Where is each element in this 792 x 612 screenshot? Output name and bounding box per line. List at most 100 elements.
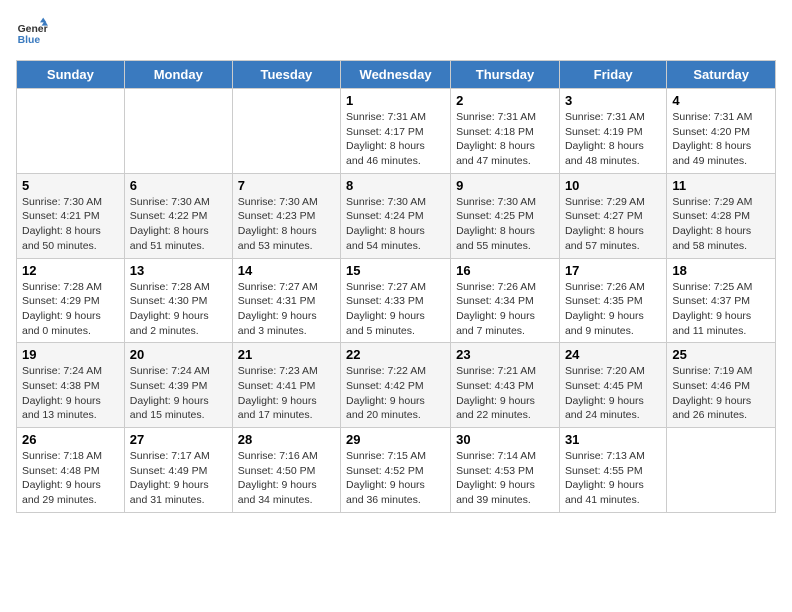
calendar-cell: 14 Sunrise: 7:27 AM Sunset: 4:31 PM Dayli… — [232, 258, 340, 343]
day-info: Sunrise: 7:31 AM Sunset: 4:19 PM Dayligh… — [565, 110, 661, 169]
calendar-cell: 21 Sunrise: 7:23 AM Sunset: 4:41 PM Dayli… — [232, 343, 340, 428]
day-info: Sunrise: 7:29 AM Sunset: 4:28 PM Dayligh… — [672, 195, 770, 254]
calendar-cell: 16 Sunrise: 7:26 AM Sunset: 4:34 PM Dayli… — [451, 258, 560, 343]
calendar-cell: 22 Sunrise: 7:22 AM Sunset: 4:42 PM Dayli… — [341, 343, 451, 428]
calendar-cell: 19Sunrise: 7:24 AM Sunset: 4:38 PM Dayli… — [17, 343, 125, 428]
day-number: 8 — [346, 178, 445, 193]
day-number: 20 — [130, 347, 227, 362]
calendar-cell: 6Sunrise: 7:30 AM Sunset: 4:22 PM Daylig… — [124, 173, 232, 258]
day-number: 24 — [565, 347, 661, 362]
day-number: 28 — [238, 432, 335, 447]
calendar-cell: 23Sunrise: 7:21 AM Sunset: 4:43 PM Dayli… — [451, 343, 560, 428]
day-info: Sunrise: 7:19 AM Sunset: 4:46 PM Dayligh… — [672, 364, 770, 423]
day-number: 10 — [565, 178, 661, 193]
calendar-week-row: 19Sunrise: 7:24 AM Sunset: 4:38 PM Dayli… — [17, 343, 776, 428]
calendar-cell: 15 Sunrise: 7:27 AM Sunset: 4:33 PM Dayli… — [341, 258, 451, 343]
calendar-header: SundayMondayTuesdayWednesdayThursdayFrid… — [17, 61, 776, 89]
day-info: Sunrise: 7:28 AM Sunset: 4:29 PM Dayligh… — [22, 280, 119, 339]
calendar-cell: 24 Sunrise: 7:20 AM Sunset: 4:45 PM Dayli… — [559, 343, 666, 428]
day-number: 22 — [346, 347, 445, 362]
calendar-table: SundayMondayTuesdayWednesdayThursdayFrid… — [16, 60, 776, 513]
day-number: 6 — [130, 178, 227, 193]
calendar-cell: 26Sunrise: 7:18 AM Sunset: 4:48 PM Dayli… — [17, 428, 125, 513]
day-info: Sunrise: 7:20 AM Sunset: 4:45 PM Dayligh… — [565, 364, 661, 423]
day-info: Sunrise: 7:28 AM Sunset: 4:30 PM Dayligh… — [130, 280, 227, 339]
day-info: Sunrise: 7:31 AM Sunset: 4:20 PM Dayligh… — [672, 110, 770, 169]
day-number: 9 — [456, 178, 554, 193]
day-info: Sunrise: 7:30 AM Sunset: 4:25 PM Dayligh… — [456, 195, 554, 254]
day-number: 17 — [565, 263, 661, 278]
calendar-cell: 11 Sunrise: 7:29 AM Sunset: 4:28 PM Dayli… — [667, 173, 776, 258]
calendar-body: 1Sunrise: 7:31 AM Sunset: 4:17 PM Daylig… — [17, 89, 776, 513]
day-number: 5 — [22, 178, 119, 193]
day-number: 27 — [130, 432, 227, 447]
day-info: Sunrise: 7:23 AM Sunset: 4:41 PM Dayligh… — [238, 364, 335, 423]
day-info: Sunrise: 7:29 AM Sunset: 4:27 PM Dayligh… — [565, 195, 661, 254]
day-info: Sunrise: 7:31 AM Sunset: 4:18 PM Dayligh… — [456, 110, 554, 169]
calendar-cell: 5 Sunrise: 7:30 AM Sunset: 4:21 PM Daylig… — [17, 173, 125, 258]
day-number: 12 — [22, 263, 119, 278]
calendar-cell: 30Sunrise: 7:14 AM Sunset: 4:53 PM Dayli… — [451, 428, 560, 513]
calendar-cell: 7 Sunrise: 7:30 AM Sunset: 4:23 PM Daylig… — [232, 173, 340, 258]
calendar-cell: 9 Sunrise: 7:30 AM Sunset: 4:25 PM Daylig… — [451, 173, 560, 258]
day-number: 3 — [565, 93, 661, 108]
day-of-week-header: Wednesday — [341, 61, 451, 89]
calendar-cell: 10 Sunrise: 7:29 AM Sunset: 4:27 PM Dayli… — [559, 173, 666, 258]
calendar-cell: 3 Sunrise: 7:31 AM Sunset: 4:19 PM Daylig… — [559, 89, 666, 174]
day-number: 31 — [565, 432, 661, 447]
day-info: Sunrise: 7:24 AM Sunset: 4:38 PM Dayligh… — [22, 364, 119, 423]
day-info: Sunrise: 7:25 AM Sunset: 4:37 PM Dayligh… — [672, 280, 770, 339]
calendar-cell: 17Sunrise: 7:26 AM Sunset: 4:35 PM Dayli… — [559, 258, 666, 343]
day-number: 2 — [456, 93, 554, 108]
logo: General Blue — [16, 16, 48, 48]
day-of-week-header: Saturday — [667, 61, 776, 89]
calendar-cell — [124, 89, 232, 174]
day-info: Sunrise: 7:22 AM Sunset: 4:42 PM Dayligh… — [346, 364, 445, 423]
day-number: 18 — [672, 263, 770, 278]
calendar-cell: 27 Sunrise: 7:17 AM Sunset: 4:49 PM Dayli… — [124, 428, 232, 513]
calendar-cell — [17, 89, 125, 174]
day-of-week-header: Tuesday — [232, 61, 340, 89]
calendar-week-row: 12 Sunrise: 7:28 AM Sunset: 4:29 PM Dayli… — [17, 258, 776, 343]
day-info: Sunrise: 7:27 AM Sunset: 4:33 PM Dayligh… — [346, 280, 445, 339]
calendar-week-row: 5 Sunrise: 7:30 AM Sunset: 4:21 PM Daylig… — [17, 173, 776, 258]
day-info: Sunrise: 7:15 AM Sunset: 4:52 PM Dayligh… — [346, 449, 445, 508]
calendar-cell — [232, 89, 340, 174]
calendar-cell: 18 Sunrise: 7:25 AM Sunset: 4:37 PM Dayli… — [667, 258, 776, 343]
day-number: 21 — [238, 347, 335, 362]
calendar-cell: 28 Sunrise: 7:16 AM Sunset: 4:50 PM Dayli… — [232, 428, 340, 513]
day-number: 25 — [672, 347, 770, 362]
day-number: 29 — [346, 432, 445, 447]
calendar-cell: 31Sunrise: 7:13 AM Sunset: 4:55 PM Dayli… — [559, 428, 666, 513]
day-info: Sunrise: 7:30 AM Sunset: 4:23 PM Dayligh… — [238, 195, 335, 254]
day-info: Sunrise: 7:24 AM Sunset: 4:39 PM Dayligh… — [130, 364, 227, 423]
svg-text:General: General — [18, 24, 48, 35]
day-of-week-header: Sunday — [17, 61, 125, 89]
day-of-week-header: Monday — [124, 61, 232, 89]
calendar-cell — [667, 428, 776, 513]
day-number: 11 — [672, 178, 770, 193]
calendar-cell: 20 Sunrise: 7:24 AM Sunset: 4:39 PM Dayli… — [124, 343, 232, 428]
calendar-cell: 25 Sunrise: 7:19 AM Sunset: 4:46 PM Dayli… — [667, 343, 776, 428]
day-number: 16 — [456, 263, 554, 278]
day-number: 7 — [238, 178, 335, 193]
day-number: 1 — [346, 93, 445, 108]
day-info: Sunrise: 7:17 AM Sunset: 4:49 PM Dayligh… — [130, 449, 227, 508]
day-number: 13 — [130, 263, 227, 278]
calendar-cell: 2 Sunrise: 7:31 AM Sunset: 4:18 PM Daylig… — [451, 89, 560, 174]
calendar-week-row: 1Sunrise: 7:31 AM Sunset: 4:17 PM Daylig… — [17, 89, 776, 174]
calendar-week-row: 26Sunrise: 7:18 AM Sunset: 4:48 PM Dayli… — [17, 428, 776, 513]
day-number: 14 — [238, 263, 335, 278]
day-number: 15 — [346, 263, 445, 278]
day-info: Sunrise: 7:26 AM Sunset: 4:34 PM Dayligh… — [456, 280, 554, 339]
day-number: 26 — [22, 432, 119, 447]
svg-text:Blue: Blue — [18, 35, 41, 46]
day-info: Sunrise: 7:27 AM Sunset: 4:31 PM Dayligh… — [238, 280, 335, 339]
day-info: Sunrise: 7:30 AM Sunset: 4:21 PM Dayligh… — [22, 195, 119, 254]
day-of-week-header: Thursday — [451, 61, 560, 89]
days-of-week-row: SundayMondayTuesdayWednesdayThursdayFrid… — [17, 61, 776, 89]
day-number: 4 — [672, 93, 770, 108]
day-number: 23 — [456, 347, 554, 362]
day-info: Sunrise: 7:16 AM Sunset: 4:50 PM Dayligh… — [238, 449, 335, 508]
day-of-week-header: Friday — [559, 61, 666, 89]
